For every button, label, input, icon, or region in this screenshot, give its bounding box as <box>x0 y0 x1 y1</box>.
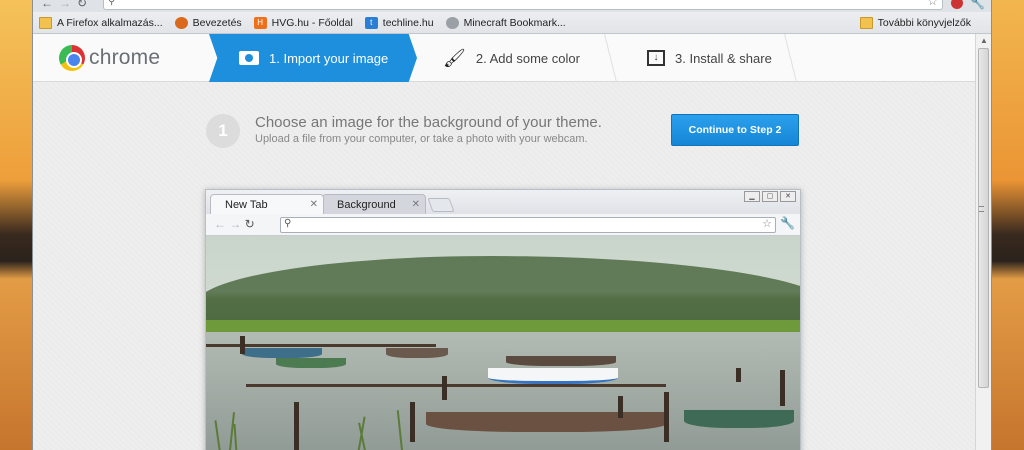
scroll-grip-icon <box>979 206 984 212</box>
photo-boat <box>506 356 616 366</box>
theme-creator-page: chrome 1. Import your image 🖌 2. Add som… <box>33 34 975 450</box>
step-number-badge: 1 <box>206 114 240 148</box>
theme-preview-window: New Tab✕ Background Tab✕ ▁ ▢ ✕ ← → ↻ ⚲ ☆… <box>205 189 801 450</box>
preview-nav: ← → ↻ <box>214 217 255 231</box>
photo-pier <box>246 384 666 387</box>
address-input[interactable]: ⚲ ☆ <box>103 0 943 10</box>
step-add-color[interactable]: 🖌 2. Add some color <box>417 34 617 82</box>
forward-icon[interactable]: → <box>59 0 71 10</box>
scroll-up-icon[interactable]: ▲ <box>976 34 991 48</box>
photo-hill <box>206 256 800 326</box>
search-icon: ⚲ <box>284 218 292 229</box>
close-icon: ✕ <box>309 199 318 210</box>
page-scrollbar[interactable]: ▲ <box>975 34 991 450</box>
step-label: 2. Add some color <box>475 50 580 66</box>
background-photo <box>206 236 800 450</box>
chrome-logo: chrome <box>59 45 160 71</box>
new-tab-icon <box>427 198 455 212</box>
extension-icon[interactable] <box>951 0 963 9</box>
step-import-image[interactable]: 1. Import your image <box>209 34 417 82</box>
photo-post <box>618 396 623 418</box>
preview-tab-strip: New Tab✕ Background Tab✕ ▁ ▢ ✕ <box>206 190 800 231</box>
step-label: 1. Import your image <box>269 50 389 66</box>
install-icon: ↓ <box>647 50 665 66</box>
star-icon: ☆ <box>762 218 772 230</box>
paintbrush-icon: 🖌 <box>443 47 466 68</box>
step-header: chrome 1. Import your image 🖌 2. Add som… <box>33 34 975 82</box>
scroll-thumb[interactable] <box>978 48 989 388</box>
photo-post <box>736 368 741 382</box>
bookmark-item[interactable]: Minecraft Bookmark... <box>445 16 566 29</box>
reload-icon[interactable]: ↻ <box>77 0 87 10</box>
browser-window: ← → ↻ ⚲ ☆ 🔧 A Firefox alkalmazás... Beveze… <box>32 0 992 450</box>
step-install-share[interactable]: ↓ 3. Install & share <box>617 34 797 82</box>
preview-tab-background: Background Tab✕ <box>322 194 426 231</box>
address-bar-row: ← → ↻ ⚲ ☆ 🔧 <box>33 0 991 12</box>
wrench-icon: 🔧 <box>780 216 795 230</box>
hvg-icon: H <box>253 16 267 29</box>
photo-post <box>664 392 669 442</box>
window-controls: ▁ ▢ ✕ <box>742 191 796 202</box>
close-icon: ✕ <box>780 191 796 202</box>
photo-boat <box>684 410 794 428</box>
folder-icon <box>39 16 52 29</box>
nav-buttons: ← → ↻ <box>41 0 93 10</box>
minimize-icon: ▁ <box>744 191 760 202</box>
camera-icon <box>239 51 259 65</box>
photo-post <box>780 370 785 406</box>
bookmark-item[interactable]: A Firefox alkalmazás... <box>39 16 163 29</box>
bookmarks-bar: A Firefox alkalmazás... Bevezetés H HVG.h… <box>33 12 991 34</box>
preview-tab-new: New Tab ✕ <box>210 194 324 214</box>
folder-icon <box>859 17 873 29</box>
other-bookmarks[interactable]: További könyvjelzők <box>859 17 971 29</box>
continue-button[interactable]: Continue to Step 2 <box>671 114 799 146</box>
photo-boat <box>386 348 448 358</box>
photo-boat <box>488 368 618 384</box>
techline-icon: t <box>364 16 378 29</box>
desktop-background-right <box>988 0 1024 450</box>
maximize-icon: ▢ <box>762 191 778 202</box>
instruction-subtitle: Upload a file from your computer, or tak… <box>255 133 588 145</box>
search-icon: ⚲ <box>108 0 116 7</box>
photo-grass <box>206 320 800 332</box>
chrome-icon <box>59 45 85 71</box>
instruction-title: Choose an image for the background of yo… <box>255 114 602 131</box>
photo-boat <box>426 412 666 432</box>
photo-post <box>410 402 415 442</box>
bookmark-item[interactable]: Bevezetés <box>174 16 242 29</box>
minecraft-icon <box>445 16 459 29</box>
photo-post <box>294 402 299 450</box>
back-icon[interactable]: ← <box>41 0 53 10</box>
firefox-icon <box>174 16 188 29</box>
logo-text: chrome <box>89 46 161 69</box>
bookmark-item[interactable]: H HVG.hu - Főoldal <box>253 16 353 29</box>
photo-post <box>240 336 245 354</box>
photo-boat <box>276 358 346 368</box>
star-icon[interactable]: ☆ <box>927 0 938 8</box>
wrench-icon[interactable]: 🔧 <box>970 0 985 10</box>
close-icon: ✕ <box>411 199 420 210</box>
photo-post <box>442 376 447 400</box>
preview-address-bar: ⚲ ☆ <box>280 217 776 233</box>
step-label: 3. Install & share <box>675 50 772 66</box>
preview-toolbar: ← → ↻ ⚲ ☆ 🔧 <box>206 214 800 236</box>
photo-boat <box>242 348 322 358</box>
bookmark-item[interactable]: t techline.hu <box>364 16 434 29</box>
